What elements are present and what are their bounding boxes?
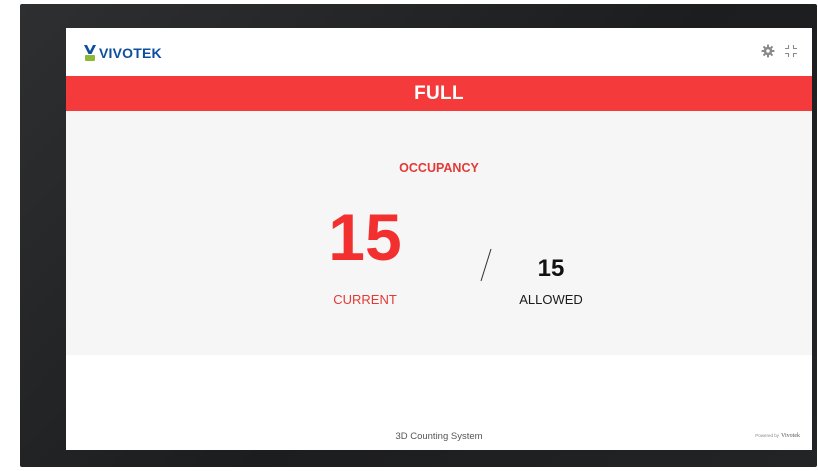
status-banner: FULL bbox=[66, 76, 812, 111]
status-text: FULL bbox=[414, 82, 464, 104]
current-label: CURRENT bbox=[333, 292, 397, 307]
vivotek-logo: VIVOTEK bbox=[83, 43, 162, 63]
top-bar: VIVOTEK bbox=[66, 28, 812, 76]
logo-text: VIVOTEK bbox=[99, 45, 162, 61]
powered-by-brand: Vivotek bbox=[781, 433, 800, 439]
display-screen: VIVOTEK FULL OCCUPANCY 15 CURRENT 15 ALL… bbox=[66, 28, 812, 450]
separator-slash bbox=[480, 248, 492, 282]
allowed-label: ALLOWED bbox=[519, 292, 583, 307]
system-name: 3D Counting System bbox=[395, 431, 483, 442]
top-icons bbox=[761, 44, 798, 58]
gear-icon[interactable] bbox=[761, 44, 775, 58]
occupancy-panel: OCCUPANCY 15 CURRENT 15 ALLOWED bbox=[66, 111, 812, 355]
exit-fullscreen-icon[interactable] bbox=[784, 44, 798, 58]
powered-by: Powered by Vivotek bbox=[755, 433, 800, 439]
current-count: 15 bbox=[328, 200, 402, 274]
occupancy-title: OCCUPANCY bbox=[399, 161, 479, 175]
monitor-bezel: VIVOTEK FULL OCCUPANCY 15 CURRENT 15 ALL… bbox=[20, 4, 817, 467]
vivotek-logo-mark-icon bbox=[84, 45, 96, 61]
allowed-count: 15 bbox=[537, 255, 565, 282]
powered-by-prefix: Powered by bbox=[755, 433, 780, 438]
